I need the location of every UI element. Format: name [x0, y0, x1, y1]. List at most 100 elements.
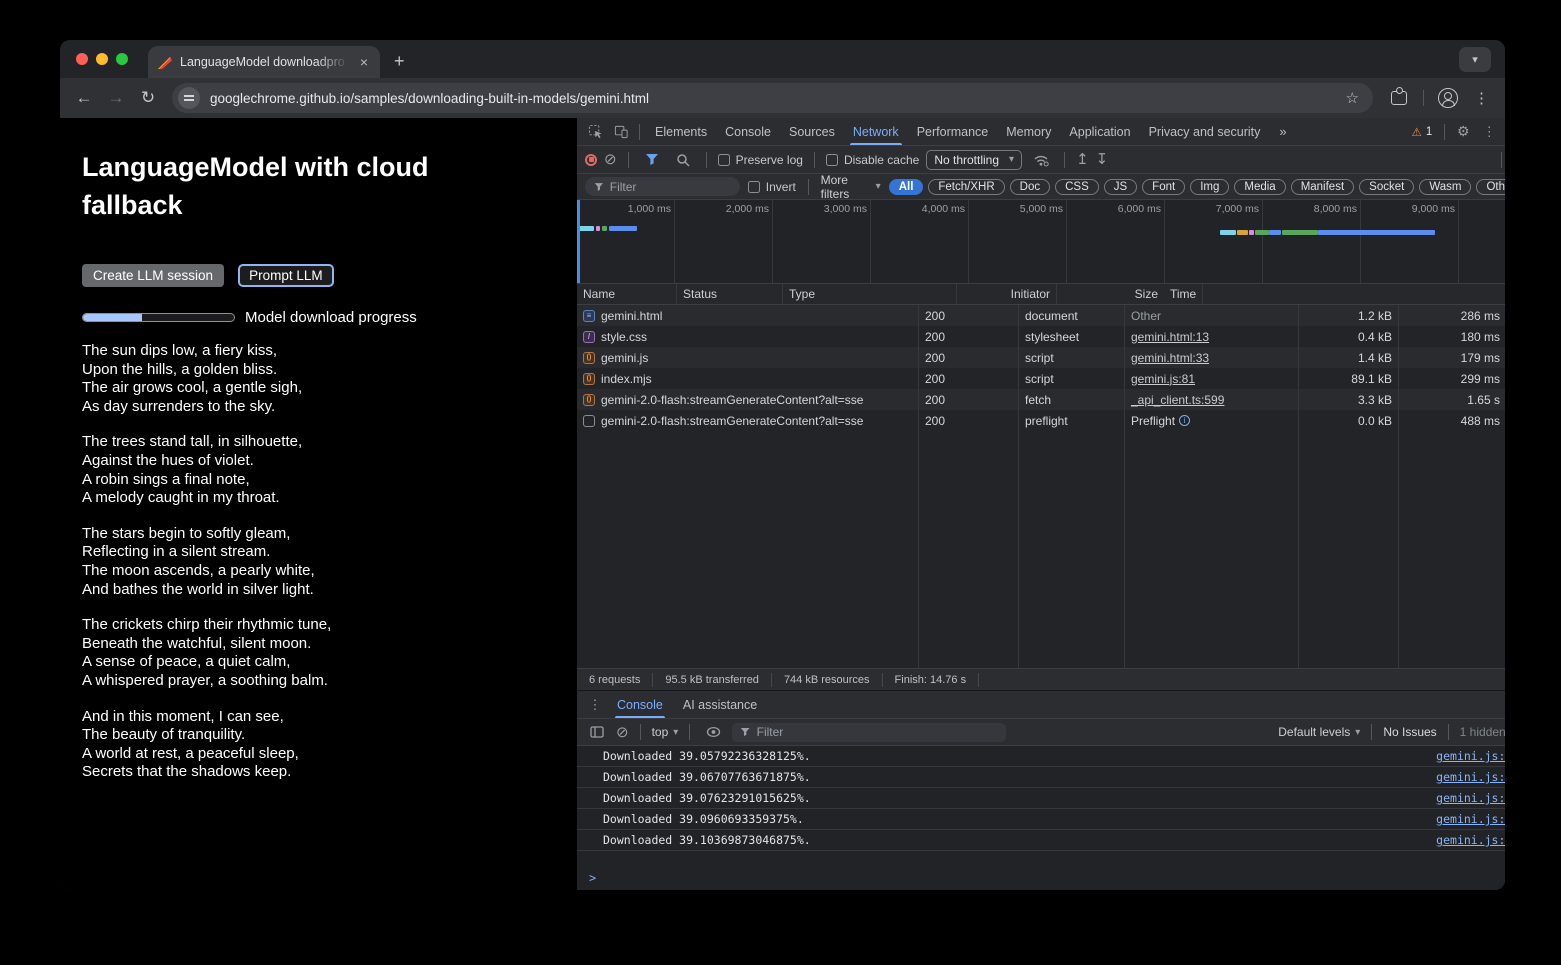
search-icon[interactable] — [671, 149, 695, 171]
network-filter-input[interactable] — [610, 180, 731, 194]
new-tab-button[interactable]: + — [380, 51, 419, 78]
devtools-tab[interactable]: Console — [716, 118, 780, 145]
resource-type-chip[interactable]: Doc — [1010, 179, 1050, 195]
invert-checkbox[interactable]: Invert — [748, 180, 796, 194]
maximize-window-button[interactable] — [116, 53, 128, 65]
table-row[interactable]: gemini.html 200 document Other i 1.2 kB … — [577, 305, 1505, 326]
profile-avatar-icon[interactable] — [1438, 88, 1458, 108]
request-initiator[interactable]: Preflight — [1131, 414, 1175, 428]
resource-type-chip[interactable]: Socket — [1359, 179, 1414, 195]
console-message-row[interactable]: Downloaded 39.0960693359375%. gemini.js:… — [577, 809, 1505, 830]
console-message-source-link[interactable]: gemini.js:39 — [1436, 812, 1505, 826]
more-tabs-icon[interactable]: » — [1271, 124, 1294, 139]
url-text[interactable]: googlechrome.github.io/samples/downloadi… — [210, 91, 1328, 106]
console-message-source-link[interactable]: gemini.js:39 — [1436, 791, 1505, 805]
resource-type-chip[interactable]: Other — [1476, 179, 1505, 195]
create-llm-session-button[interactable]: Create LLM session — [82, 264, 224, 287]
table-row[interactable]: style.css 200 stylesheet gemini.html:13 … — [577, 326, 1505, 347]
column-header[interactable]: Initiator — [957, 284, 1057, 304]
table-row[interactable]: index.mjs 200 script gemini.js:81 i 89.1… — [577, 368, 1505, 389]
column-header[interactable]: Time — [1164, 284, 1203, 304]
context-selector[interactable]: top ▾ — [652, 725, 679, 739]
table-row[interactable]: gemini-2.0-flash:streamGenerateContent?a… — [577, 410, 1505, 431]
devtools-tab[interactable]: Memory — [997, 118, 1060, 145]
column-header[interactable]: Name — [577, 284, 677, 304]
record-network-log-icon[interactable] — [585, 154, 597, 166]
drawer-tab[interactable]: AI assistance — [673, 691, 767, 718]
console-message-source-link[interactable]: gemini.js:39 — [1436, 770, 1505, 784]
request-initiator[interactable]: Other — [1131, 309, 1161, 323]
devtools-tab[interactable]: Sources — [780, 118, 844, 145]
resource-type-chip[interactable]: Wasm — [1419, 179, 1471, 195]
devtools-tab[interactable]: Application — [1060, 118, 1139, 145]
resource-type-chip[interactable]: Media — [1234, 179, 1285, 195]
filter-toggle-icon[interactable] — [640, 149, 664, 171]
console-message-row[interactable]: Downloaded 39.06707763671875%. gemini.js… — [577, 767, 1505, 788]
issues-status[interactable]: No Issues — [1383, 725, 1436, 739]
clear-console-icon[interactable]: ⊘ — [616, 725, 629, 740]
preflight-info-icon[interactable]: i — [1179, 415, 1190, 426]
bookmark-star-icon[interactable]: ☆ — [1338, 89, 1367, 107]
table-row[interactable]: gemini-2.0-flash:streamGenerateContent?a… — [577, 389, 1505, 410]
request-initiator[interactable]: gemini.html:33 — [1131, 351, 1209, 365]
export-har-icon[interactable]: ↧ — [1096, 152, 1109, 167]
import-har-icon[interactable]: ↥ — [1076, 152, 1089, 167]
devtools-menu-icon[interactable]: ⋮ — [1477, 121, 1501, 143]
close-window-button[interactable] — [76, 53, 88, 65]
resource-type-chip[interactable]: Font — [1142, 179, 1185, 195]
console-sidebar-icon[interactable] — [585, 721, 609, 743]
drawer-menu-icon[interactable]: ⋮ — [583, 694, 607, 716]
more-filters-dropdown[interactable]: More filters ▾ — [821, 173, 881, 201]
clear-network-log-icon[interactable]: ⊘ — [604, 152, 617, 167]
address-bar[interactable]: googlechrome.github.io/samples/downloadi… — [172, 83, 1373, 113]
tab-search-button[interactable]: ▾ — [1459, 47, 1491, 72]
resource-type-chip[interactable]: Img — [1190, 179, 1229, 195]
devtools-tab[interactable]: Performance — [908, 118, 998, 145]
prompt-llm-button[interactable]: Prompt LLM — [238, 264, 334, 287]
preserve-log-checkbox[interactable]: Preserve log — [718, 153, 803, 167]
console-message-row[interactable]: Downloaded 39.05792236328125%. gemini.js… — [577, 746, 1505, 767]
browser-menu-icon[interactable]: ⋮ — [1468, 89, 1495, 107]
resource-type-chip[interactable]: All — [889, 179, 924, 195]
live-expression-eye-icon[interactable] — [701, 721, 725, 743]
column-header[interactable]: Status — [677, 284, 783, 304]
table-row[interactable]: gemini.js 200 script gemini.html:33 i 1.… — [577, 347, 1505, 368]
minimize-window-button[interactable] — [96, 53, 108, 65]
extensions-icon[interactable] — [1391, 91, 1407, 105]
column-header[interactable]: Type — [783, 284, 957, 304]
drawer-close-icon[interactable]: × — [1503, 694, 1505, 716]
request-initiator[interactable]: gemini.html:13 — [1131, 330, 1209, 344]
reload-icon[interactable]: ↻ — [134, 84, 162, 112]
back-icon[interactable]: ← — [70, 84, 98, 112]
tab-close-icon[interactable]: × — [358, 54, 370, 70]
network-conditions-icon[interactable] — [1029, 149, 1053, 171]
console-prompt[interactable]: > — [577, 866, 1505, 890]
browser-tab[interactable]: LanguageModel downloadpro × — [148, 46, 380, 78]
column-header[interactable]: Size — [1057, 284, 1164, 304]
site-info-icon[interactable] — [178, 87, 200, 109]
hidden-messages-count[interactable]: 1 hidden — [1460, 725, 1505, 739]
request-initiator[interactable]: _api_client.ts:599 — [1131, 393, 1224, 407]
devtools-tab[interactable]: Network — [844, 118, 908, 145]
devtools-settings-icon[interactable]: ⚙ — [1451, 121, 1475, 143]
network-overview-timeline[interactable]: 1,000 ms2,000 ms3,000 ms4,000 ms5,000 ms… — [577, 200, 1505, 284]
inspect-element-icon[interactable] — [583, 121, 607, 143]
resource-type-chip[interactable]: JS — [1104, 179, 1137, 195]
resource-type-chip[interactable]: Fetch/XHR — [928, 179, 1004, 195]
device-toolbar-icon[interactable] — [609, 121, 633, 143]
forward-icon[interactable]: → — [102, 84, 130, 112]
timeline-left-handle[interactable] — [577, 200, 580, 283]
throttling-select[interactable]: No throttling ▾ — [926, 150, 1022, 170]
default-levels-dropdown[interactable]: Default levels ▾ — [1278, 725, 1360, 739]
request-initiator[interactable]: gemini.js:81 — [1131, 372, 1195, 386]
drawer-tab[interactable]: Console — [607, 691, 673, 718]
console-message-row[interactable]: Downloaded 39.10369873046875%. gemini.js… — [577, 830, 1505, 851]
disable-cache-checkbox[interactable]: Disable cache — [826, 153, 919, 167]
resource-type-chip[interactable]: CSS — [1055, 179, 1099, 195]
resource-type-chip[interactable]: Manifest — [1291, 179, 1354, 195]
console-filter-input[interactable] — [757, 725, 999, 739]
devtools-close-icon[interactable]: × — [1503, 121, 1505, 143]
console-message-source-link[interactable]: gemini.js:39 — [1436, 749, 1505, 763]
issues-warning-badge[interactable]: ⚠ 1 — [1406, 125, 1439, 139]
console-message-source-link[interactable]: gemini.js:39 — [1436, 833, 1505, 847]
